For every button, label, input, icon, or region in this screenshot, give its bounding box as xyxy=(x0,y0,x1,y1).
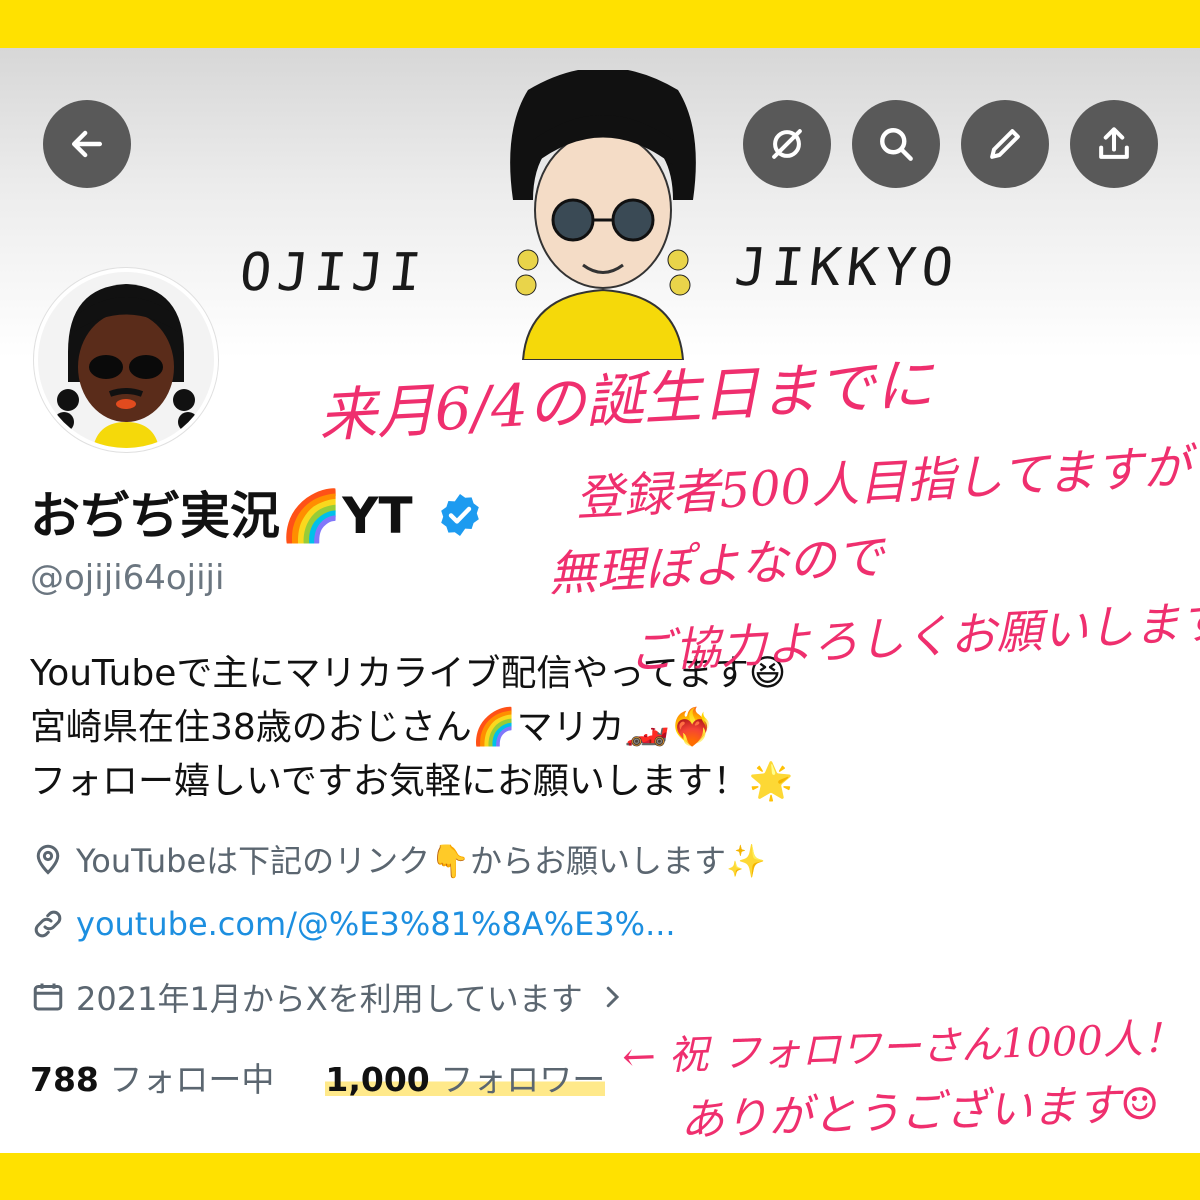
handwritten-note: 登録者500人目指してますが xyxy=(574,438,1193,528)
back-icon xyxy=(71,130,103,158)
joined-text: 2021年1月からXを利用しています xyxy=(76,980,583,1018)
following-link[interactable]: 788 フォロー中 xyxy=(30,1060,274,1099)
handle: @ojiji64ojiji xyxy=(30,558,225,598)
bio-line: フォロー嬉しいですお気軽にお願いします！🌟 xyxy=(30,761,794,802)
search-button[interactable] xyxy=(852,100,940,188)
handwritten-note: 無理ぽよなので xyxy=(547,529,886,603)
website-link[interactable]: youtube.com/@%E3%81%8A%E3%... xyxy=(76,905,676,943)
follow-counts: 788 フォロー中 1,000 フォロワー xyxy=(30,1053,606,1101)
yellow-frame: OJIJI JIKKYO おぢぢ実況🌈YT @ojiji64ojiji YouT… xyxy=(0,0,1200,1200)
edit-button[interactable] xyxy=(961,100,1049,188)
avatar[interactable] xyxy=(34,268,218,452)
display-name: おぢぢ実況🌈YT xyxy=(30,476,484,548)
display-name-text: おぢぢ実況🌈YT xyxy=(30,487,413,545)
profile-card: OJIJI JIKKYO おぢぢ実況🌈YT @ojiji64ojiji YouT… xyxy=(0,48,1200,1153)
following-count: 788 xyxy=(30,1060,99,1099)
avatar-image xyxy=(38,272,214,448)
back-button[interactable] xyxy=(43,100,131,188)
banner-logo-left: OJIJI xyxy=(236,243,430,303)
calendar-icon xyxy=(33,983,63,1011)
chevron-right-icon xyxy=(606,986,619,1008)
banner-illustration xyxy=(510,70,696,360)
handwritten-note: ありがとうございます☺ xyxy=(679,1078,1161,1147)
hidden-eye-icon xyxy=(772,129,802,159)
followers-count: 1,000 xyxy=(325,1060,430,1099)
website-row: youtube.com/@%E3%81%8A%E3%... xyxy=(30,905,676,943)
location-text: YouTubeは下記のリンク👇からお願いします✨ xyxy=(76,842,766,880)
location-pin-icon xyxy=(36,844,60,875)
banner-logo-right: JIKKYO xyxy=(731,238,962,298)
verified-badge-icon xyxy=(441,494,479,536)
location-row: YouTubeは下記のリンク👇からお願いします✨ xyxy=(30,836,766,882)
mute-button[interactable] xyxy=(743,100,831,188)
following-label: フォロー中 xyxy=(109,1060,275,1099)
joined-row[interactable]: 2021年1月からXを利用しています xyxy=(30,974,637,1020)
search-icon xyxy=(880,128,913,161)
followers-label: フォロワー xyxy=(440,1060,606,1099)
bio-line: 宮崎県在住38歳のおじさん🌈マリカ🏎️❤️‍🔥 xyxy=(30,707,715,748)
followers-link[interactable]: 1,000 フォロワー xyxy=(325,1060,606,1099)
share-icon xyxy=(1099,127,1129,159)
link-icon xyxy=(34,910,62,938)
share-button[interactable] xyxy=(1070,100,1158,188)
edit-pencil-icon xyxy=(990,129,1020,159)
